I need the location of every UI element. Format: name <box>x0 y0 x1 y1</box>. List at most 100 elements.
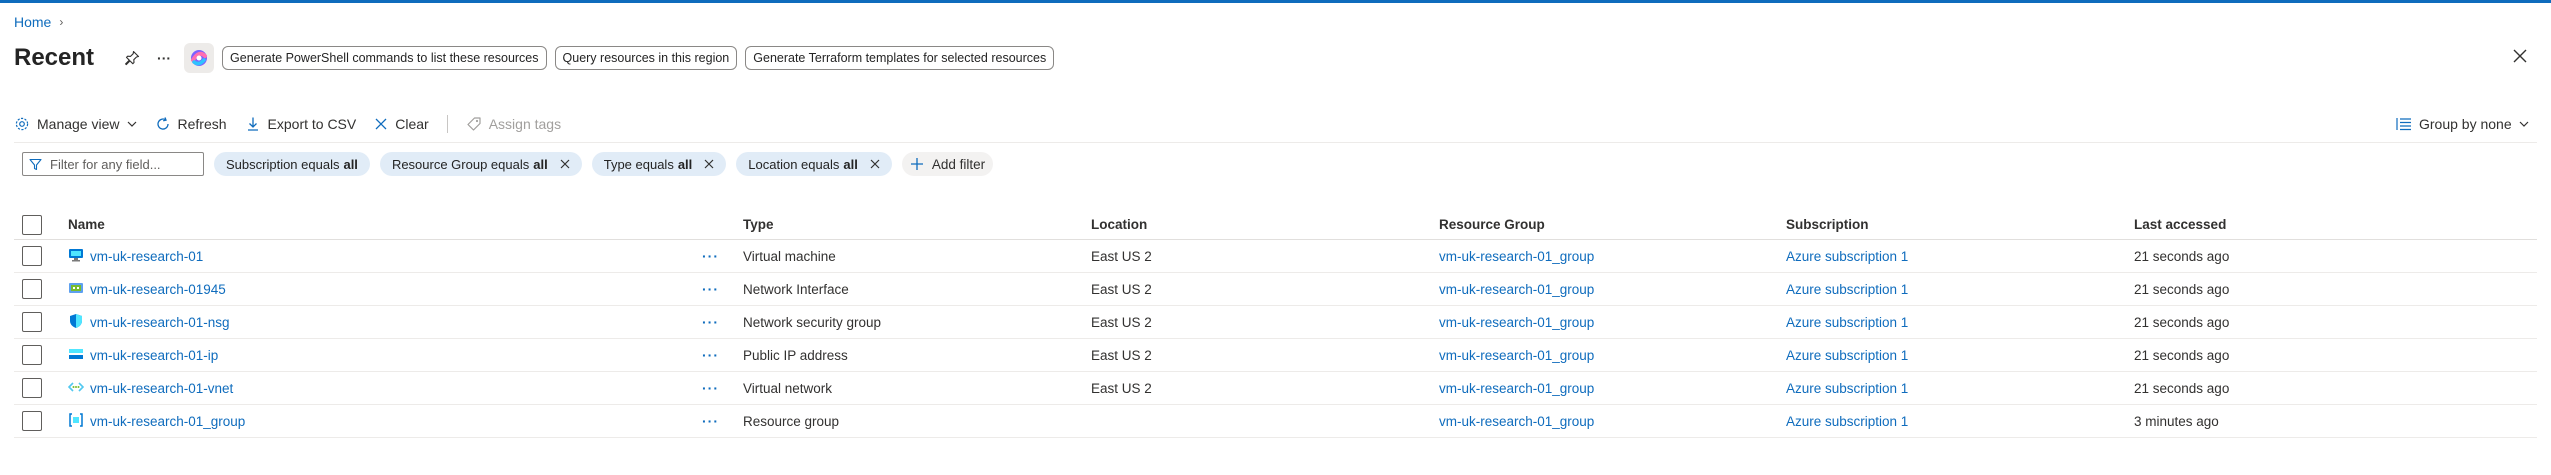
gear-icon <box>15 117 29 131</box>
subscription-link[interactable]: Azure subscription 1 <box>1786 282 1908 297</box>
table-row[interactable]: vm-uk-research-01-vnet ··· Virtual netwo… <box>14 372 2537 405</box>
row-more-button[interactable]: ··· <box>702 240 719 272</box>
command-bar: Manage view Refresh Export to CSV Clear … <box>14 112 579 136</box>
resources-table: Name Type Location Resource Group Subscr… <box>14 210 2537 438</box>
pill-value: all <box>343 156 358 172</box>
subscription-link[interactable]: Azure subscription 1 <box>1786 348 1908 363</box>
resource-name-link[interactable]: vm-uk-research-01945 <box>90 282 226 297</box>
export-csv-button[interactable]: Export to CSV <box>245 116 357 132</box>
resource-group-link[interactable]: vm-uk-research-01_group <box>1439 348 1594 363</box>
resource-type: Resource group <box>743 413 840 429</box>
column-header-name[interactable]: Name <box>68 210 105 239</box>
chevron-down-icon <box>2519 121 2529 127</box>
filter-box[interactable] <box>22 152 204 176</box>
filter-input[interactable] <box>50 156 190 172</box>
download-icon <box>247 117 258 131</box>
subscription-link[interactable]: Azure subscription 1 <box>1786 414 1908 429</box>
more-options-button[interactable]: ··· <box>152 46 176 70</box>
pill-value: all <box>677 156 693 172</box>
filter-bar: Subscription equalsall Resource Group eq… <box>22 152 994 176</box>
last-accessed: 21 seconds ago <box>2134 281 2230 297</box>
filter-icon <box>29 158 42 170</box>
filter-pill-resource-group[interactable]: Resource Group equals all <box>379 152 582 176</box>
filter-pill-location[interactable]: Location equals all <box>736 152 892 176</box>
network-security-group-icon <box>68 313 84 332</box>
page-header: Recent ··· Generate PowerShell commands … <box>14 40 1062 76</box>
row-checkbox[interactable] <box>22 312 42 332</box>
row-checkbox[interactable] <box>22 378 42 398</box>
add-filter-button[interactable]: Add filter <box>901 152 994 176</box>
pill-label: Subscription equals <box>226 156 340 172</box>
pill-label: Resource Group equals <box>391 156 530 172</box>
filter-pill-subscription[interactable]: Subscription equals all <box>214 152 370 176</box>
row-more-button[interactable]: ··· <box>702 405 719 437</box>
row-checkbox[interactable] <box>22 279 42 299</box>
suggestion-powershell-button[interactable]: Generate PowerShell commands to list the… <box>222 46 547 70</box>
assign-tags-button[interactable]: Assign tags <box>466 116 561 132</box>
suggestion-query-region-button[interactable]: Query resources in this region <box>554 46 738 70</box>
row-checkbox[interactable] <box>22 345 42 365</box>
virtual-machine-icon <box>68 247 84 266</box>
suggestion-terraform-button[interactable]: Generate Terraform templates for selecte… <box>745 46 1055 70</box>
select-all-checkbox[interactable] <box>22 214 42 235</box>
clear-button[interactable]: Clear <box>374 116 429 132</box>
filter-pill-type[interactable]: Type equals all <box>591 152 727 176</box>
resource-name-link[interactable]: vm-uk-research-01-vnet <box>90 381 233 396</box>
remove-filter-icon[interactable] <box>704 159 714 169</box>
top-accent-bar <box>0 0 2551 3</box>
resource-name-link[interactable]: vm-uk-research-01-nsg <box>90 315 230 330</box>
export-csv-label: Export to CSV <box>267 116 357 132</box>
refresh-icon <box>156 117 169 130</box>
group-by-dropdown[interactable]: Group by none <box>2396 112 2529 136</box>
column-header-subscription[interactable]: Subscription <box>1786 210 1869 239</box>
pin-icon[interactable] <box>120 46 144 70</box>
resource-group-link[interactable]: vm-uk-research-01_group <box>1439 249 1594 264</box>
table-row[interactable]: vm-uk-research-01 ··· Virtual machine Ea… <box>14 240 2537 273</box>
resource-group-link[interactable]: vm-uk-research-01_group <box>1439 315 1594 330</box>
resource-type: Network security group <box>743 314 882 330</box>
column-header-resource-group[interactable]: Resource Group <box>1439 210 1545 239</box>
column-header-type[interactable]: Type <box>743 210 774 239</box>
column-header-location[interactable]: Location <box>1091 210 1147 239</box>
column-header-last-accessed[interactable]: Last accessed <box>2134 210 2226 239</box>
subscription-link[interactable]: Azure subscription 1 <box>1786 249 1908 264</box>
resource-name-link[interactable]: vm-uk-research-01 <box>90 249 203 264</box>
row-more-button[interactable]: ··· <box>702 372 719 404</box>
subscription-link[interactable]: Azure subscription 1 <box>1786 381 1908 396</box>
breadcrumb-home-link[interactable]: Home <box>14 14 51 30</box>
breadcrumb-separator: › <box>59 15 64 29</box>
resource-name-link[interactable]: vm-uk-research-01_group <box>90 414 245 429</box>
public-ip-icon <box>68 346 84 365</box>
copilot-icon[interactable] <box>184 43 215 73</box>
resource-location: East US 2 <box>1091 248 1152 264</box>
resource-name-link[interactable]: vm-uk-research-01-ip <box>90 348 218 363</box>
pill-label: Type equals <box>603 156 674 172</box>
resource-group-link[interactable]: vm-uk-research-01_group <box>1439 381 1594 396</box>
table-row[interactable]: vm-uk-research-01-ip ··· Public IP addre… <box>14 339 2537 372</box>
tag-icon <box>467 117 481 131</box>
row-more-button[interactable]: ··· <box>702 339 719 371</box>
remove-filter-icon[interactable] <box>560 159 570 169</box>
row-checkbox[interactable] <box>22 246 42 266</box>
table-row[interactable]: vm-uk-research-01945 ··· Network Interfa… <box>14 273 2537 306</box>
resource-group-link[interactable]: vm-uk-research-01_group <box>1439 282 1594 297</box>
select-all-cell <box>22 210 42 239</box>
row-checkbox[interactable] <box>22 411 42 431</box>
resource-type: Public IP address <box>743 347 848 363</box>
refresh-button[interactable]: Refresh <box>155 116 227 132</box>
table-row[interactable]: vm-uk-research-01_group ··· Resource gro… <box>14 405 2537 438</box>
manage-view-button[interactable]: Manage view <box>14 116 137 132</box>
subscription-link[interactable]: Azure subscription 1 <box>1786 315 1908 330</box>
close-button[interactable] <box>2506 42 2534 70</box>
row-more-button[interactable]: ··· <box>702 306 719 338</box>
row-more-button[interactable]: ··· <box>702 273 719 305</box>
assign-tags-label: Assign tags <box>488 116 562 132</box>
table-row[interactable]: vm-uk-research-01-nsg ··· Network securi… <box>14 306 2537 339</box>
refresh-label: Refresh <box>177 116 227 132</box>
resource-group-link[interactable]: vm-uk-research-01_group <box>1439 414 1594 429</box>
clear-label: Clear <box>395 116 429 132</box>
group-by-label: Group by none <box>2419 116 2512 132</box>
remove-filter-icon[interactable] <box>870 159 880 169</box>
chevron-down-icon <box>127 121 136 127</box>
clear-icon <box>375 118 387 130</box>
